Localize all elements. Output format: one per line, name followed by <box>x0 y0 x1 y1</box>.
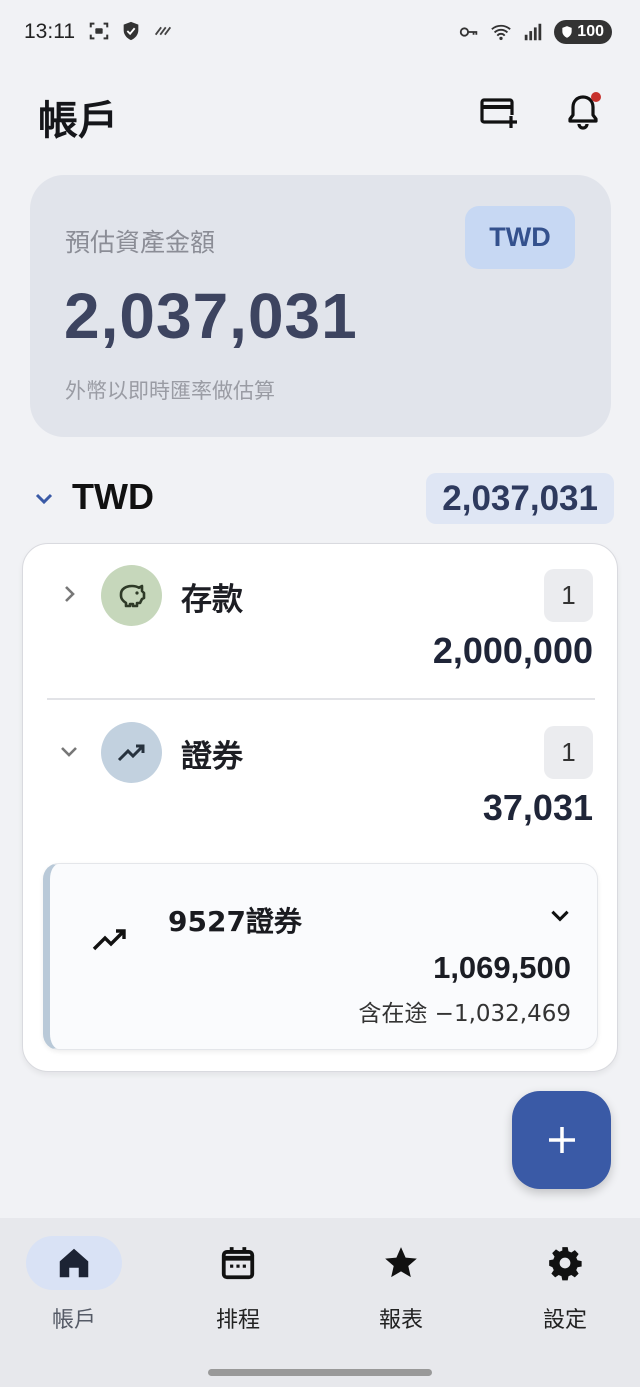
gear-icon <box>549 1247 582 1281</box>
chevron-right-icon[interactable] <box>57 582 81 606</box>
star-icon <box>385 1247 417 1278</box>
chevron-down-icon[interactable] <box>57 739 81 763</box>
nav-item-reports[interactable]: 報表 <box>341 1236 461 1334</box>
exchange-rate-note: 外幣以即時匯率做估算 <box>65 379 275 403</box>
status-bar: 13:11 100 <box>0 0 640 68</box>
chevron-down-icon[interactable] <box>547 902 573 928</box>
securities-icon-badge <box>101 722 162 783</box>
account-count-badge: 1 <box>544 569 593 622</box>
account-count-badge: 1 <box>544 726 593 779</box>
nav-label: 設定 <box>542 1308 587 1333</box>
account-name: 9527證券 <box>168 905 302 938</box>
category-amount: 2,000,000 <box>432 630 593 671</box>
chevron-down-icon[interactable] <box>32 486 56 510</box>
add-card-icon <box>480 98 517 129</box>
nav-item-accounts[interactable]: 帳戶 <box>14 1236 134 1334</box>
nav-label: 排程 <box>215 1308 260 1333</box>
cellular-icon <box>525 23 542 41</box>
securities-account-item[interactable]: 9527證券 1,069,500 含在途 −1,032,469 <box>43 863 598 1050</box>
status-time: 13:11 <box>24 20 75 43</box>
currency-selector-button[interactable]: TWD <box>465 206 575 269</box>
category-amount: 37,031 <box>482 787 593 828</box>
add-account-button[interactable] <box>512 1091 611 1189</box>
category-label: 存款 <box>181 582 243 618</box>
signal-stripes-icon <box>154 26 172 36</box>
battery-shield-icon <box>562 26 572 38</box>
trending-up-icon <box>92 929 126 951</box>
shield-icon <box>123 21 139 41</box>
notifications-button[interactable] <box>561 90 605 134</box>
piggy-bank-icon <box>119 584 145 607</box>
account-amount: 1,069,500 <box>433 950 571 985</box>
battery-level: 100 <box>577 23 604 40</box>
trending-up-icon <box>117 744 144 761</box>
key-icon <box>460 27 478 37</box>
accounts-card: 存款 1 2,000,000 證券 1 37,031 9527證券 1,069,… <box>22 543 618 1072</box>
currency-section-title[interactable]: TWD <box>72 476 154 518</box>
bottom-navigation: 帳戶 排程 報表 設定 <box>0 1218 640 1387</box>
add-card-button[interactable] <box>476 90 520 134</box>
deposit-icon-badge <box>101 565 162 626</box>
nav-label: 帳戶 <box>51 1308 96 1333</box>
asset-summary-card: 預估資產金額 TWD 2,037,031 外幣以即時匯率做估算 <box>30 175 611 437</box>
page-title: 帳戶 <box>38 98 118 144</box>
nav-item-schedule[interactable]: 排程 <box>178 1236 298 1334</box>
category-row-securities[interactable]: 證券 1 37,031 <box>23 701 619 851</box>
category-row-deposit[interactable]: 存款 1 2,000,000 <box>23 544 619 694</box>
home-indicator[interactable] <box>208 1369 432 1376</box>
in-transit-note: 含在途 −1,032,469 <box>358 1001 571 1027</box>
summary-label: 預估資產金額 <box>65 228 216 257</box>
total-asset-amount: 2,037,031 <box>64 280 358 352</box>
nav-label: 報表 <box>378 1308 423 1333</box>
wifi-icon <box>491 24 512 41</box>
battery-icon: 100 <box>554 20 612 44</box>
currency-section-total: 2,037,031 <box>426 473 614 524</box>
home-icon <box>59 1248 89 1278</box>
nav-item-settings[interactable]: 設定 <box>505 1236 625 1334</box>
notification-dot <box>591 92 601 102</box>
screenshot-icon <box>89 22 109 40</box>
category-label: 證券 <box>181 739 243 775</box>
calendar-icon <box>221 1247 255 1280</box>
plus-icon <box>548 1127 575 1153</box>
divider <box>47 698 595 700</box>
